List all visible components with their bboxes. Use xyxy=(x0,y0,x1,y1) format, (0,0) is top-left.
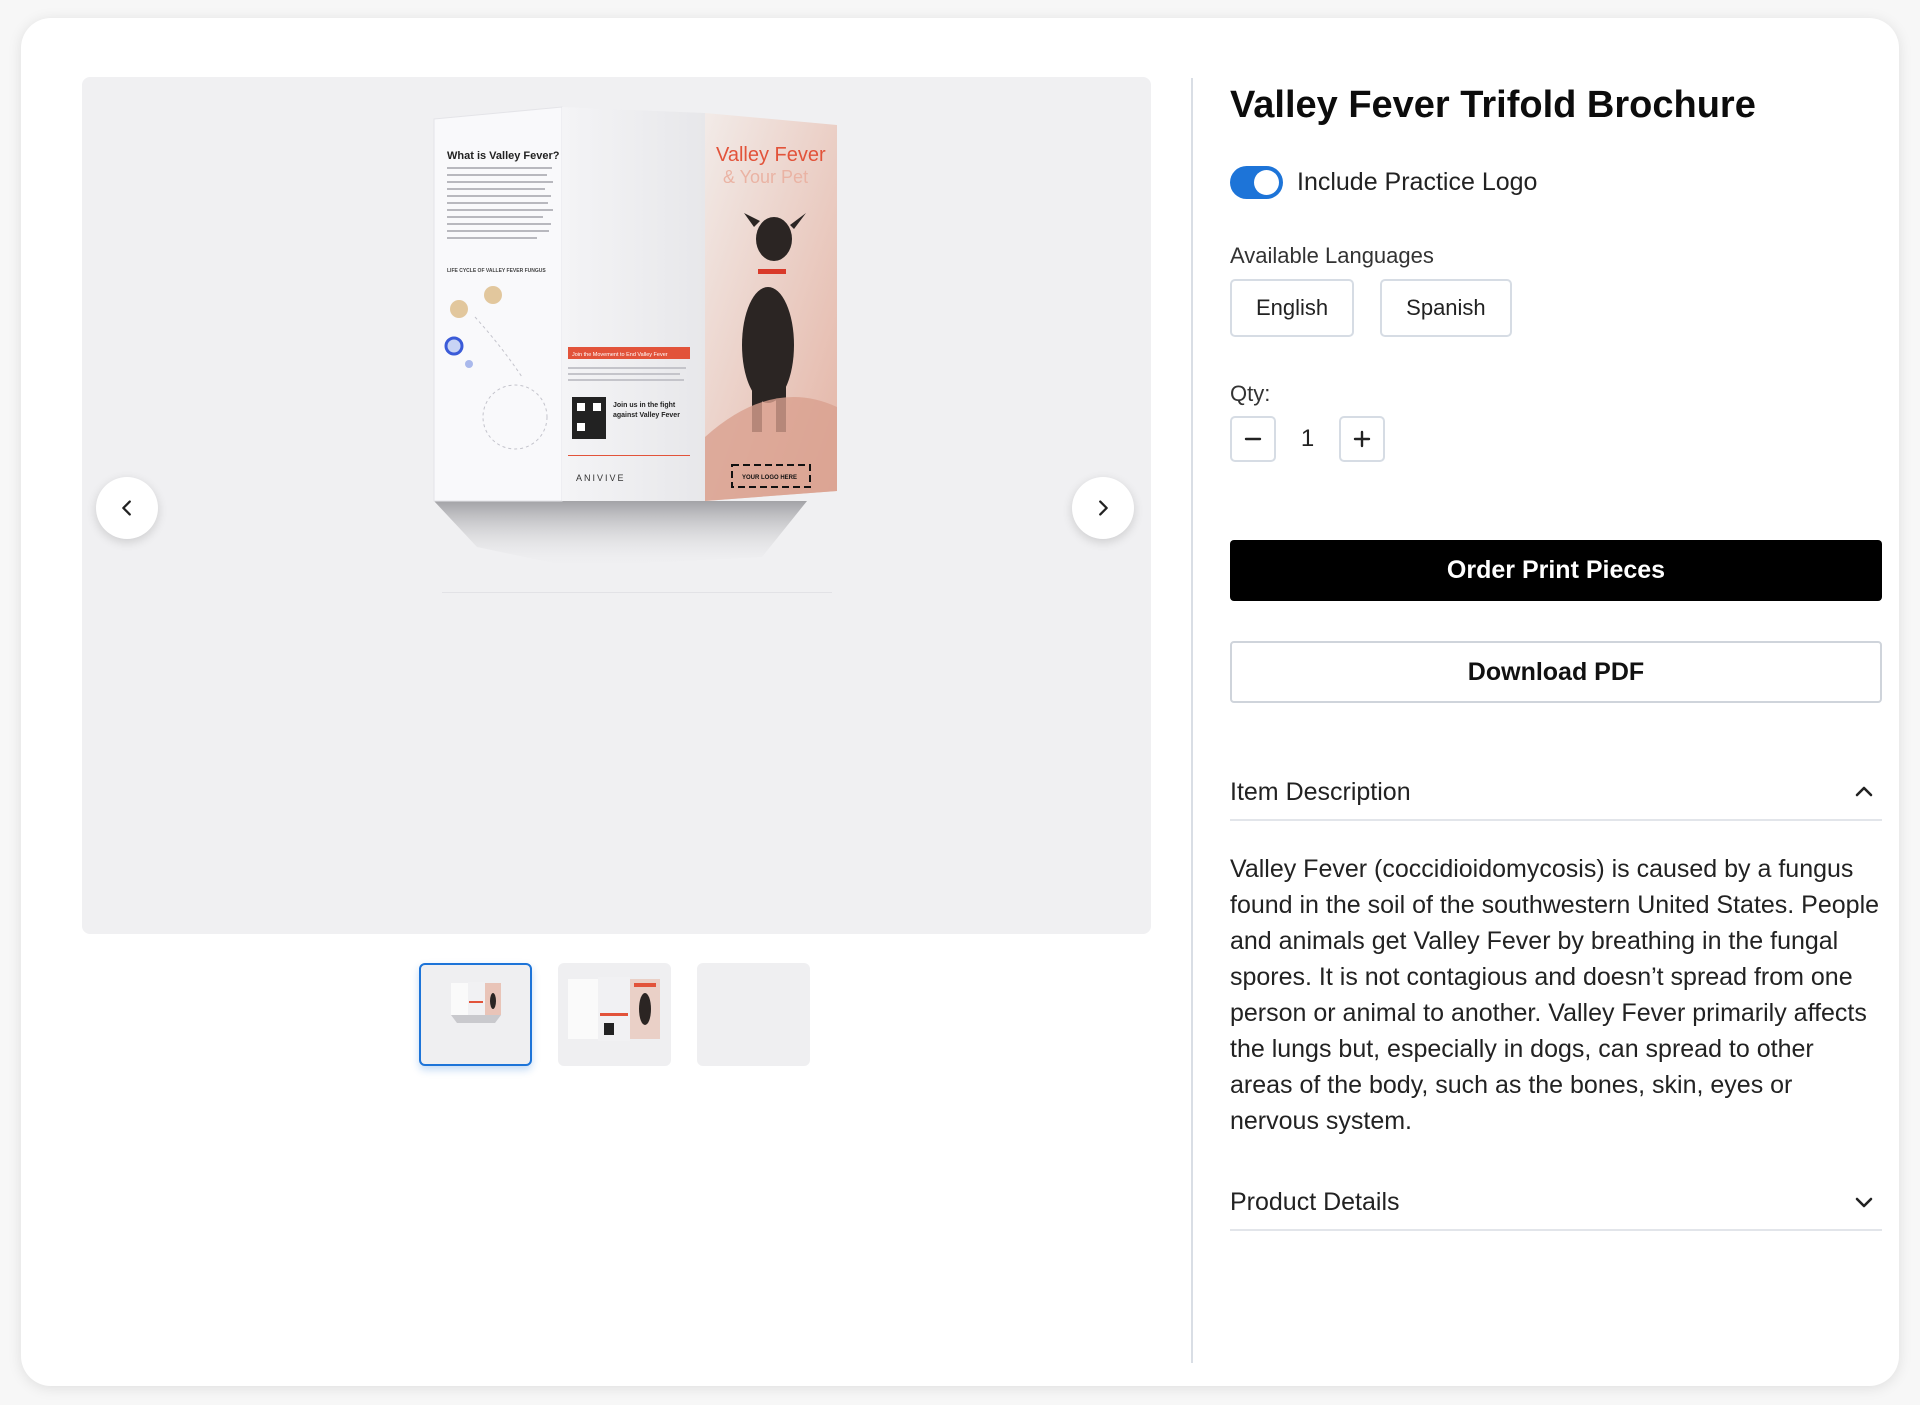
thumbnail-3[interactable] xyxy=(697,963,810,1066)
chevron-right-icon xyxy=(1099,500,1108,516)
product-image-viewer: What is Valley Fever? LIFE CYCLE OF VALL… xyxy=(82,77,1151,934)
increase-quantity-button[interactable] xyxy=(1339,416,1385,462)
thumbnail-2[interactable] xyxy=(558,963,671,1066)
language-options: English Spanish xyxy=(1230,279,1512,337)
panel-divider xyxy=(1191,78,1193,1363)
download-pdf-button[interactable]: Download PDF xyxy=(1230,641,1882,703)
practice-logo-toggle[interactable] xyxy=(1230,166,1283,199)
item-description-accordion-header[interactable]: Item Description xyxy=(1230,765,1882,821)
product-details-accordion-header[interactable]: Product Details xyxy=(1230,1175,1882,1231)
thumbnail-1[interactable] xyxy=(419,963,532,1066)
brochure-cover-title-2: & Your Pet xyxy=(723,167,808,187)
order-print-pieces-button[interactable]: Order Print Pieces xyxy=(1230,540,1882,601)
decrease-quantity-button[interactable] xyxy=(1230,416,1276,462)
quantity-stepper: 1 xyxy=(1230,416,1385,462)
brochure-image: What is Valley Fever? LIFE CYCLE OF VALL… xyxy=(433,106,837,593)
language-english-button[interactable]: English xyxy=(1230,279,1355,337)
quantity-label: Qty: xyxy=(1230,381,1271,406)
brochure-join-line-2: against Valley Fever xyxy=(613,412,680,419)
practice-logo-toggle-row: Include Practice Logo xyxy=(1230,166,1537,199)
thumbnail-strip xyxy=(419,963,810,1066)
thumbnail-1-image xyxy=(451,982,501,1023)
product-card: What is Valley Fever? LIFE CYCLE OF VALL… xyxy=(21,18,1899,1386)
brochure-lifecycle-heading: LIFE CYCLE OF VALLEY FEVER FUNGUS xyxy=(447,268,546,274)
quantity-value[interactable]: 1 xyxy=(1276,425,1339,453)
practice-logo-toggle-label: Include Practice Logo xyxy=(1297,168,1538,196)
chevron-up-icon xyxy=(1855,786,1873,797)
language-spanish-button[interactable]: Spanish xyxy=(1380,279,1512,337)
brochure-movement-banner: Join the Movement to End Valley Fever xyxy=(572,352,668,358)
logo-placeholder-text: YOUR LOGO HERE xyxy=(742,475,797,481)
item-description-text: Valley Fever (coccidioidomycosis) is cau… xyxy=(1230,855,1880,1135)
plus-icon xyxy=(1353,430,1371,448)
brochure-brand: ANIVIVE xyxy=(576,473,626,483)
chevron-down-icon xyxy=(1855,1197,1873,1208)
product-title: Valley Fever Trifold Brochure xyxy=(1230,84,1756,126)
previous-image-button[interactable] xyxy=(96,477,158,539)
brochure-panel-heading: What is Valley Fever? xyxy=(447,150,560,162)
item-description-title: Item Description xyxy=(1230,777,1411,806)
product-details-title: Product Details xyxy=(1230,1187,1400,1216)
thumbnail-2-image xyxy=(568,977,660,1041)
next-image-button[interactable] xyxy=(1072,477,1134,539)
brochure-cover-title-1: Valley Fever xyxy=(716,144,826,166)
languages-label: Available Languages xyxy=(1230,243,1434,268)
minus-icon xyxy=(1244,437,1262,441)
brochure-join-line-1: Join us in the fight xyxy=(613,402,676,409)
chevron-left-icon xyxy=(122,500,131,516)
